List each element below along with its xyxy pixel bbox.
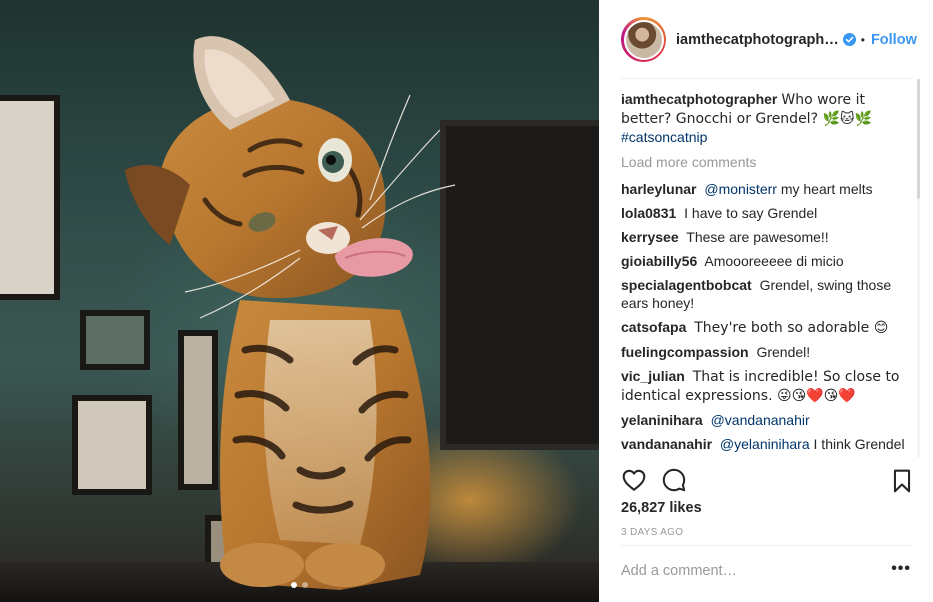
scrollbar-thumb[interactable] bbox=[917, 79, 920, 199]
cat-image bbox=[125, 36, 456, 590]
comment-text: my heart melts bbox=[780, 181, 873, 197]
comment-item: kerrysee These are pawesome!! bbox=[621, 228, 915, 246]
verified-badge-icon bbox=[842, 33, 856, 46]
comment-mention[interactable]: @vandananahir bbox=[711, 412, 810, 428]
post-caption: iamthecatphotographer Who wore it better?… bbox=[621, 90, 915, 146]
post-author-username[interactable]: iamthecatphotograph… bbox=[676, 32, 839, 48]
caption-hashtag[interactable]: #catsoncatnip bbox=[621, 129, 707, 145]
comment-bubble-icon[interactable] bbox=[661, 467, 687, 493]
comment-item: gioiabilly56 Amoooreeeee di micio bbox=[621, 252, 915, 270]
comment-username[interactable]: gioiabilly56 bbox=[621, 253, 697, 269]
post-header: iamthecatphotograph… • Follow bbox=[599, 0, 933, 79]
comment-item: catsofapa They're both so adorable 😊 bbox=[621, 318, 915, 337]
comment-mention[interactable]: @monisterr bbox=[704, 181, 777, 197]
comment-username[interactable]: yelaninihara bbox=[621, 412, 703, 428]
carousel-dot-active[interactable] bbox=[291, 582, 297, 588]
header-divider bbox=[621, 78, 911, 79]
comment-item: vic_julian That is incredible! So close … bbox=[621, 367, 915, 405]
avatar-story-ring[interactable] bbox=[621, 17, 666, 62]
add-comment-section: ••• bbox=[621, 545, 911, 601]
comments-scrollbar[interactable] bbox=[917, 79, 920, 457]
comment-item: vandananahir @yelaninihara I think Grend… bbox=[621, 435, 915, 457]
comment-username[interactable]: vic_julian bbox=[621, 368, 685, 384]
add-comment-input[interactable] bbox=[621, 563, 881, 579]
load-more-comments-button[interactable]: Load more comments bbox=[621, 153, 915, 171]
post-photo[interactable] bbox=[0, 0, 599, 602]
comment-username[interactable]: kerrysee bbox=[621, 229, 679, 245]
avatar[interactable] bbox=[623, 19, 664, 60]
separator-dot: • bbox=[860, 32, 865, 47]
comment-item: yelaninihara @vandananahir bbox=[621, 411, 915, 429]
more-options-icon[interactable]: ••• bbox=[891, 560, 911, 578]
comment-item: fuelingcompassion Grendel! bbox=[621, 343, 915, 361]
post-actions bbox=[621, 466, 915, 494]
comment-mention[interactable]: @yelaninihara bbox=[720, 436, 810, 452]
comment-username[interactable]: catsofapa bbox=[621, 319, 686, 335]
comments-list[interactable]: iamthecatphotographer Who wore it better?… bbox=[621, 90, 915, 457]
likes-count[interactable]: 26,827 likes bbox=[621, 500, 702, 516]
comment-text: These are pawesome!! bbox=[686, 229, 829, 245]
follow-button[interactable]: Follow bbox=[871, 32, 917, 48]
comment-username[interactable]: harleylunar bbox=[621, 181, 696, 197]
post-side-panel: iamthecatphotograph… • Follow iamthecatp… bbox=[599, 0, 933, 602]
carousel-indicator bbox=[0, 582, 599, 588]
heart-icon[interactable] bbox=[621, 467, 647, 493]
comment-text: Grendel! bbox=[756, 344, 811, 360]
comment-text: I have to say Grendel bbox=[684, 205, 818, 221]
post-timestamp[interactable]: 3 DAYS AGO bbox=[621, 527, 683, 538]
comment-item: specialagentbobcat Grendel, swing those … bbox=[621, 276, 915, 312]
caption-username[interactable]: iamthecatphotographer bbox=[621, 91, 777, 107]
comment-username[interactable]: vandananahir bbox=[621, 436, 712, 452]
carousel-dot[interactable] bbox=[302, 582, 308, 588]
comment-username[interactable]: lola0831 bbox=[621, 205, 676, 221]
comment-username[interactable]: specialagentbobcat bbox=[621, 277, 752, 293]
comment-text: They're both so adorable 😊 bbox=[694, 320, 889, 336]
comment-text: Amoooreeeee di micio bbox=[704, 253, 844, 269]
comment-item: lola0831 I have to say Grendel bbox=[621, 204, 915, 222]
bookmark-icon[interactable] bbox=[889, 468, 915, 494]
comment-username[interactable]: fuelingcompassion bbox=[621, 344, 749, 360]
comment-item: harleylunar @monisterr my heart melts bbox=[621, 180, 915, 198]
